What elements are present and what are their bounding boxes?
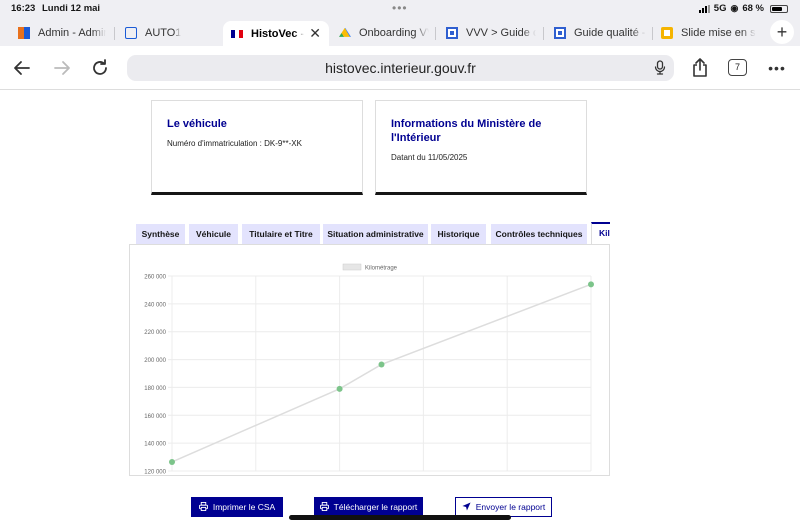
print-csa-label: Imprimer le CSA [212, 502, 276, 512]
y-tick-label: 200 000 [144, 358, 166, 364]
data-point [378, 361, 385, 368]
grid-logo-icon [18, 27, 30, 39]
tab-count-button[interactable]: 7 [728, 59, 747, 76]
slides-icon [661, 27, 673, 39]
tab-situation-administrative[interactable]: Situation administrative [323, 224, 428, 244]
location-icon: ◉ [730, 3, 739, 13]
legend-label: Kilométrage [365, 266, 398, 272]
registration-number: Numéro d'immatriculation : DK-9**-XK [167, 139, 302, 148]
print-csa-button[interactable]: Imprimer le CSA [191, 497, 283, 517]
browser-tab[interactable]: Admin - Admin [18, 21, 106, 45]
signal-icon [698, 4, 710, 13]
data-point [588, 281, 594, 288]
series-line [171, 283, 592, 463]
browser-tab[interactable]: Guide qualité - [554, 21, 646, 45]
tab-kilometrage[interactable]: Kilométrage [591, 222, 610, 244]
data-point [336, 385, 343, 392]
multitask-dots-icon[interactable]: ••• [392, 1, 408, 15]
microphone-icon[interactable] [654, 60, 666, 80]
vehicle-card-title: Le véhicule [167, 118, 227, 130]
close-tab-icon[interactable]: ✕ [309, 25, 321, 42]
home-indicator [289, 515, 511, 520]
tab-strip: Admin - Admin AUTO1 HistoVec - ✕ Onboard… [0, 18, 800, 46]
status-time: 16:23 [11, 3, 36, 14]
google-drive-icon [339, 27, 351, 37]
download-report-button[interactable]: Télécharger le rapport [314, 497, 423, 517]
browser-tab[interactable]: Onboarding VV [339, 21, 429, 45]
download-report-label: Télécharger le rapport [333, 502, 418, 512]
legend-swatch [342, 263, 362, 271]
browser-tab-title: Slide mise en s [681, 27, 756, 39]
ministry-card-title: Informations du Ministère de l'Intérieur [391, 118, 542, 144]
forward-icon[interactable] [50, 56, 74, 80]
tab-synthese[interactable]: Synthèse [136, 224, 185, 244]
tab-titulaire[interactable]: Titulaire et Titre [242, 224, 320, 244]
ministry-card: Informations du Ministère de l'Intérieur… [375, 100, 587, 195]
vehicle-card: Le véhicule Numéro d'immatriculation : D… [151, 100, 363, 195]
browser-tab-title: Onboarding VV [359, 27, 429, 39]
tab-historique[interactable]: Historique [431, 224, 486, 244]
y-tick-label: 260 000 [144, 275, 166, 281]
french-flag-icon [231, 29, 243, 38]
more-options-icon[interactable]: ••• [765, 56, 789, 80]
mileage-chart-panel: 260 000 240 000 220 000 200 000 180 000 160 0… [129, 244, 610, 476]
browser-tab-title: VVV > Guide c [466, 27, 536, 39]
docs-board-icon [554, 27, 566, 39]
browser-tab[interactable]: Slide mise en s [661, 21, 757, 45]
y-tick-label: 180 000 [144, 386, 166, 392]
send-report-button[interactable]: Envoyer le rapport [455, 497, 552, 517]
address-bar[interactable]: histovec.interieur.gouv.fr [127, 55, 674, 81]
status-indicators: 5G ◉ 68 % [698, 3, 788, 14]
browser-tab-title: HistoVec - [251, 27, 305, 40]
browser-tab-title: Guide qualité - [574, 27, 646, 39]
send-report-label: Envoyer le rapport [475, 502, 546, 512]
browser-toolbar: histovec.interieur.gouv.fr 7 ••• [0, 46, 800, 90]
send-icon [462, 501, 471, 513]
tab-controles-techniques[interactable]: Contrôles techniques [491, 224, 587, 244]
ministry-date: Datant du 11/05/2025 [391, 153, 468, 162]
browser-tab-title: AUTO1 [145, 27, 182, 39]
new-tab-button[interactable]: + [770, 20, 794, 44]
report-tabs: Synthèse Véhicule Titulaire et Titre Sit… [134, 222, 610, 244]
y-tick-label: 140 000 [144, 442, 166, 448]
status-date: Lundi 12 mai [42, 3, 101, 14]
battery-icon [770, 4, 788, 13]
browser-tab-active[interactable]: HistoVec - ✕ [223, 21, 329, 46]
y-tick-label: 160 000 [144, 414, 166, 420]
auto1-logo-icon [125, 27, 137, 39]
browser-tab-title: Admin - Admin [38, 27, 106, 39]
docs-board-icon [446, 27, 458, 39]
printer-icon [198, 501, 208, 513]
browser-tab[interactable]: VVV > Guide c [446, 21, 536, 45]
printer-icon [319, 501, 329, 513]
network-label: 5G [713, 3, 727, 14]
browser-tab[interactable]: AUTO1 [125, 21, 215, 45]
y-tick-label: 240 000 [144, 302, 166, 308]
y-tick-label: 220 000 [144, 330, 166, 336]
reload-icon[interactable] [88, 56, 112, 80]
back-icon[interactable] [10, 56, 34, 80]
share-icon[interactable] [688, 56, 712, 80]
status-bar: 16:23 Lundi 12 mai ••• 5G ◉ 68 % [0, 0, 800, 18]
battery-percent: 68 % [742, 3, 764, 14]
mileage-chart: 260 000 240 000 220 000 200 000 180 000 160 0… [144, 263, 594, 476]
data-point [169, 458, 175, 465]
y-tick-label: 120 000 [144, 470, 166, 476]
url-text: histovec.interieur.gouv.fr [325, 60, 476, 76]
tab-vehicule[interactable]: Véhicule [189, 224, 238, 244]
